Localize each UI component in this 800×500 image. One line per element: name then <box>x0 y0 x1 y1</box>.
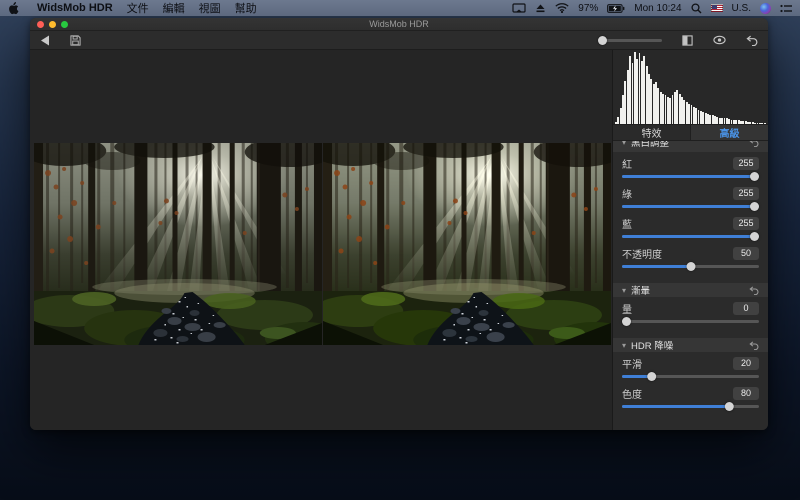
slider-label: 色度 <box>622 386 642 401</box>
back-button[interactable] <box>40 35 50 46</box>
slider-label: 不透明度 <box>622 246 662 261</box>
menu-item-file[interactable]: 文件 <box>127 0 149 16</box>
tab-advanced[interactable]: 高級 <box>690 125 768 140</box>
image-canvas[interactable] <box>30 50 612 430</box>
zoom-button[interactable] <box>61 21 68 28</box>
zoom-slider[interactable] <box>598 35 662 46</box>
disclosure-triangle-icon: ▾ <box>622 286 626 295</box>
menu-item-help[interactable]: 幫助 <box>235 0 257 16</box>
battery-percentage: 97% <box>578 3 598 14</box>
section-reset-icon[interactable] <box>749 286 759 295</box>
eject-icon[interactable] <box>535 3 546 13</box>
spotlight-search-icon[interactable] <box>691 3 702 14</box>
slider-value[interactable]: 255 <box>733 187 759 200</box>
slider-row-amount: 量 0 <box>622 301 759 327</box>
title-bar[interactable]: WidsMob HDR <box>30 18 768 31</box>
section-reset-icon[interactable] <box>749 341 759 350</box>
smooth-slider[interactable] <box>622 371 759 382</box>
menu-clock[interactable]: Mon 10:24 <box>634 3 681 14</box>
display-mirroring-icon[interactable] <box>512 3 526 14</box>
slider-row-green: 綠 255 <box>622 186 759 212</box>
input-source-label[interactable]: U.S. <box>732 3 751 14</box>
controls-scroll-area[interactable]: ▾ 黑白調整 紅 255 <box>613 141 768 430</box>
slider-label: 藍 <box>622 216 632 231</box>
tab-effects[interactable]: 特效 <box>613 125 690 140</box>
minimize-button[interactable] <box>49 21 56 28</box>
disclosure-triangle-icon: ▾ <box>622 341 626 350</box>
green-slider[interactable] <box>622 201 759 212</box>
section-header-vignette[interactable]: ▾ 漸暈 <box>613 283 768 297</box>
histogram <box>613 50 768 124</box>
photo-before[interactable] <box>34 143 322 345</box>
save-button[interactable] <box>70 35 81 46</box>
red-slider[interactable] <box>622 171 759 182</box>
slider-label: 平滑 <box>622 356 642 371</box>
section-reset-icon[interactable] <box>749 141 759 147</box>
adjustment-panel: 特效 高級 ▾ 黑白調整 紅 25 <box>612 50 768 430</box>
menu-item-edit[interactable]: 編輯 <box>163 0 185 16</box>
photo-after[interactable] <box>323 143 611 345</box>
slider-row-chroma: 色度 80 <box>622 386 759 412</box>
menu-item-view[interactable]: 視圖 <box>199 0 221 16</box>
preview-eye-icon[interactable] <box>713 35 726 45</box>
slider-value[interactable]: 20 <box>733 357 759 370</box>
input-source-flag-icon[interactable] <box>711 4 723 12</box>
wifi-icon[interactable] <box>555 3 569 13</box>
compare-split-view-icon[interactable] <box>682 35 693 46</box>
app-window: WidsMob HDR <box>30 18 768 430</box>
battery-charging-icon[interactable] <box>607 4 625 13</box>
panel-tabs: 特效 高級 <box>613 124 768 141</box>
menu-app-name[interactable]: WidsMob HDR <box>37 2 113 14</box>
reset-button-icon[interactable] <box>746 35 758 46</box>
slider-value[interactable]: 255 <box>733 157 759 170</box>
slider-value[interactable]: 255 <box>733 217 759 230</box>
section-header-hdr-denoise[interactable]: ▾ HDR 降噪 <box>613 338 768 352</box>
slider-row-opacity: 不透明度 50 <box>622 246 759 272</box>
siri-icon[interactable] <box>760 3 771 14</box>
chroma-slider[interactable] <box>622 401 759 412</box>
slider-row-smooth: 平滑 20 <box>622 356 759 382</box>
slider-value[interactable]: 80 <box>733 387 759 400</box>
slider-row-blue: 藍 255 <box>622 216 759 242</box>
close-button[interactable] <box>37 21 44 28</box>
slider-label: 綠 <box>622 186 632 201</box>
blue-slider[interactable] <box>622 231 759 242</box>
opacity-slider[interactable] <box>622 261 759 272</box>
slider-value[interactable]: 0 <box>733 302 759 315</box>
disclosure-triangle-icon: ▾ <box>622 141 626 147</box>
amount-slider[interactable] <box>622 316 759 327</box>
menu-bar: WidsMob HDR 文件 編輯 視圖 幫助 97% Mon 10:24 U.… <box>0 0 800 16</box>
slider-label: 紅 <box>622 156 632 171</box>
slider-label: 量 <box>622 301 632 316</box>
window-title: WidsMob HDR <box>369 19 429 29</box>
apple-menu-icon[interactable] <box>8 2 19 15</box>
notification-center-icon[interactable] <box>780 4 792 13</box>
slider-row-red: 紅 255 <box>622 156 759 182</box>
section-header-bw-adjust[interactable]: ▾ 黑白調整 <box>613 141 768 152</box>
toolbar <box>30 31 768 50</box>
slider-value[interactable]: 50 <box>733 247 759 260</box>
